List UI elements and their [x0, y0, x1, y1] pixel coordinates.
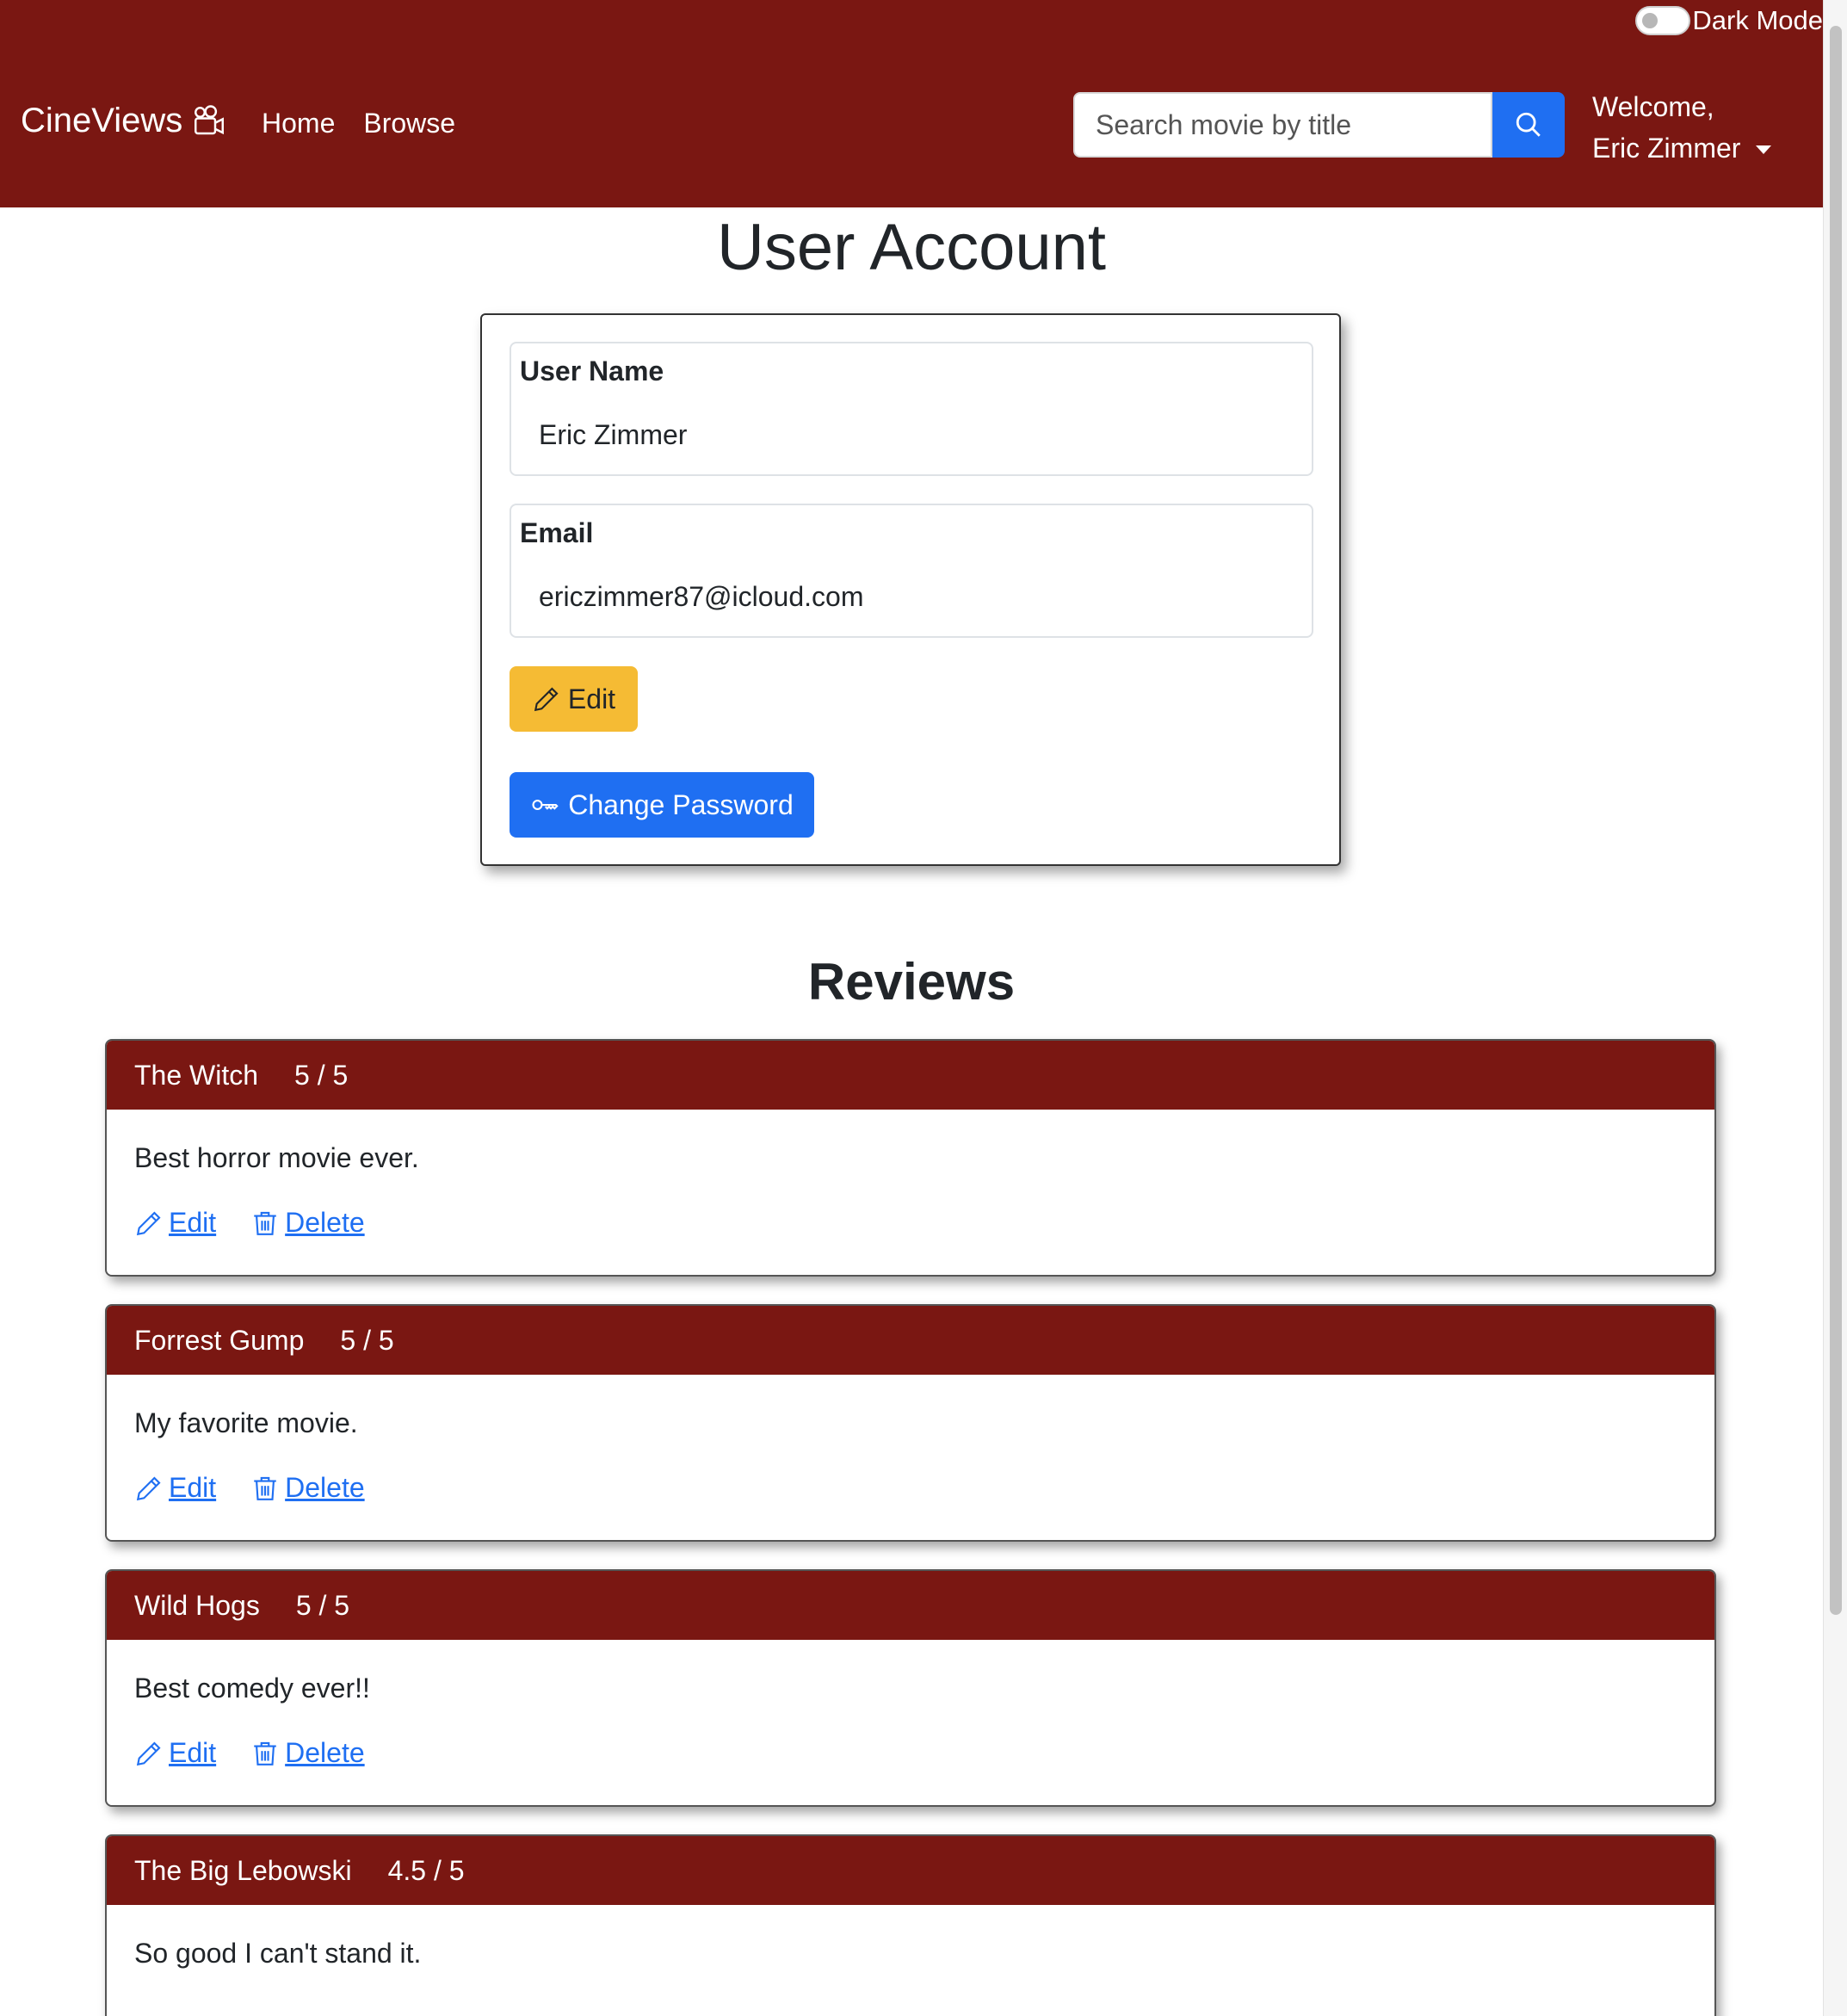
brand-link[interactable]: CineViews: [21, 102, 227, 140]
review-header: Forrest Gump 5 / 5: [107, 1306, 1714, 1375]
search-button[interactable]: [1492, 92, 1565, 158]
review-delete-label: Delete: [285, 1207, 365, 1238]
dark-mode-switch[interactable]: [1635, 6, 1691, 35]
welcome-text: Welcome,: [1592, 91, 1714, 122]
key-icon: [532, 799, 559, 811]
review-edit-link[interactable]: Edit: [134, 1737, 216, 1769]
search-form: [1073, 92, 1565, 158]
change-password-button[interactable]: Change Password: [510, 772, 814, 838]
navbar: Dark Mode CineViews Home Browse Welcome,…: [0, 0, 1823, 207]
account-card: User Name Eric Zimmer Email ericzimmer87…: [480, 313, 1341, 866]
page-title: User Account: [717, 211, 1106, 284]
review-header: The Witch 5 / 5: [107, 1041, 1714, 1110]
review-movie: The Big Lebowski: [134, 1854, 352, 1886]
username-value: Eric Zimmer: [539, 419, 688, 450]
review-text: My favorite movie.: [134, 1407, 358, 1438]
review-edit-link[interactable]: Edit: [134, 1207, 216, 1239]
camera-reels-icon: [195, 104, 225, 134]
nav-links: Home Browse: [262, 108, 455, 139]
dark-mode-label: Dark Mode: [1692, 5, 1823, 35]
reviews-title: Reviews: [807, 953, 1016, 1011]
nav-link-home[interactable]: Home: [262, 108, 335, 139]
review-delete-label: Delete: [285, 1472, 365, 1503]
username-field: User Name Eric Zimmer: [510, 342, 1313, 476]
review-rating: 4.5 / 5: [387, 1854, 465, 1886]
edit-account-label: Edit: [567, 683, 616, 714]
email-label: Email: [520, 517, 594, 548]
scrollbar-thumb[interactable]: [1830, 26, 1842, 1615]
email-field: Email ericzimmer87@icloud.com: [510, 504, 1313, 638]
review-delete-link[interactable]: Delete: [250, 1737, 365, 1769]
review-movie: Forrest Gump: [134, 1324, 305, 1356]
trash-icon: [254, 1476, 276, 1500]
review-delete-label: Delete: [285, 1737, 365, 1768]
review-rating: 5 / 5: [295, 1589, 350, 1621]
review-card: Forrest Gump 5 / 5 My favorite movie. Ed…: [105, 1304, 1716, 1542]
nav-link-browse[interactable]: Browse: [363, 108, 455, 139]
switch-knob: [1642, 13, 1659, 28]
trash-icon: [254, 1211, 276, 1235]
email-value: ericzimmer87@icloud.com: [539, 581, 864, 612]
review-edit-label: Edit: [169, 1207, 217, 1238]
review-card: The Big Lebowski 4.5 / 5 So good I can't…: [105, 1834, 1716, 2016]
trash-icon: [254, 1741, 276, 1766]
review-text: Best comedy ever!!: [134, 1673, 370, 1704]
review-header: Wild Hogs 5 / 5: [107, 1571, 1714, 1640]
review-edit-link[interactable]: Edit: [134, 1472, 216, 1504]
user-menu[interactable]: Welcome, Eric Zimmer: [1592, 86, 1772, 169]
page-scrollbar[interactable]: [1823, 0, 1847, 2016]
pencil-icon: [136, 1210, 161, 1235]
review-text: So good I can't stand it.: [134, 1938, 422, 1969]
review-rating: 5 / 5: [294, 1059, 349, 1091]
review-delete-link[interactable]: Delete: [250, 1207, 365, 1239]
brand-name: CineViews: [21, 102, 183, 139]
review-card: Wild Hogs 5 / 5 Best comedy ever!! Edit …: [105, 1569, 1716, 1807]
review-delete-link[interactable]: Delete: [250, 1472, 365, 1504]
review-text: Best horror movie ever.: [134, 1142, 419, 1173]
pencil-icon: [136, 1741, 161, 1766]
search-input[interactable]: [1073, 92, 1493, 158]
review-rating: 5 / 5: [340, 1324, 394, 1356]
review-movie: The Witch: [134, 1059, 259, 1091]
username-label: User Name: [520, 356, 664, 387]
user-dropdown-toggle[interactable]: Eric Zimmer: [1592, 127, 1772, 169]
change-password-label: Change Password: [568, 788, 794, 820]
pencil-icon: [534, 687, 559, 712]
dark-mode-toggle[interactable]: Dark Mode: [1635, 5, 1823, 36]
pencil-icon: [136, 1475, 161, 1500]
review-edit-label: Edit: [169, 1737, 217, 1768]
edit-account-button[interactable]: Edit: [510, 666, 638, 732]
user-name: Eric Zimmer: [1592, 133, 1741, 164]
search-icon: [1516, 112, 1541, 137]
review-header: The Big Lebowski 4.5 / 5: [107, 1836, 1714, 1905]
review-edit-label: Edit: [169, 1472, 217, 1503]
caret-down-icon: [1756, 145, 1772, 154]
review-card: The Witch 5 / 5 Best horror movie ever. …: [105, 1039, 1716, 1277]
review-movie: Wild Hogs: [134, 1589, 260, 1621]
